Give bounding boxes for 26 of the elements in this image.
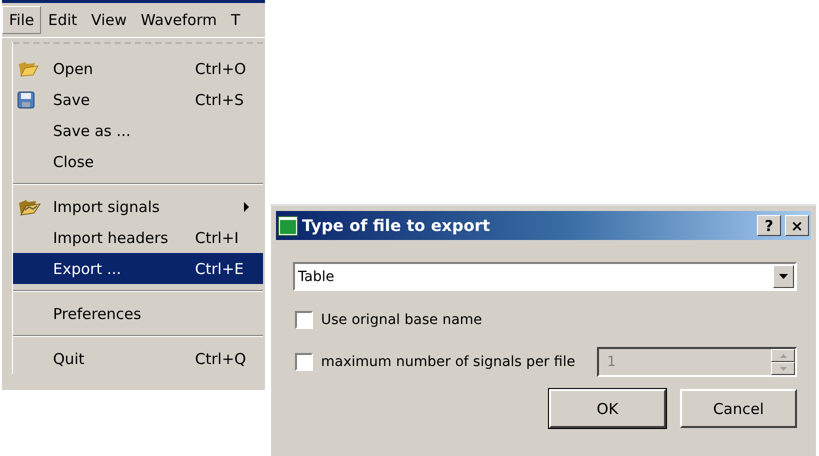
checkbox-label: maximum number of signals per file <box>321 354 576 370</box>
menu-item[interactable]: Open Ctrl+O <box>13 53 263 84</box>
menu-item[interactable]: Save Ctrl+S <box>13 84 263 115</box>
menu-bar-item[interactable]: T <box>224 6 248 34</box>
cancel-button[interactable]: Cancel <box>680 389 797 428</box>
menu-item[interactable]: Export ... Ctrl+E <box>13 253 263 284</box>
menu-item[interactable]: Close <box>13 146 263 177</box>
menu-item[interactable]: Save as ... <box>13 115 263 146</box>
window-icon <box>278 216 298 236</box>
checkbox-label: Use orignal base name <box>321 312 482 328</box>
checkbox[interactable] <box>295 353 313 371</box>
close-button[interactable]: × <box>785 215 809 236</box>
menu-bar-item[interactable]: Waveform <box>134 6 224 34</box>
submenu-arrow-icon <box>244 202 249 212</box>
menu-item[interactable]: Quit Ctrl+Q <box>13 343 263 374</box>
menu-bar-item[interactable]: Edit <box>41 6 84 34</box>
help-button[interactable]: ? <box>757 215 781 236</box>
dialog-title: Type of file to export <box>302 216 491 235</box>
file-type-dropdown[interactable]: Table <box>293 262 797 291</box>
menu-item[interactable]: Import signals <box>13 191 263 222</box>
menu-bar-item[interactable]: File <box>2 6 42 34</box>
ok-button[interactable]: OK <box>549 389 666 428</box>
checkbox[interactable] <box>295 311 313 329</box>
menu-item[interactable]: Import headers Ctrl+I <box>13 222 263 253</box>
menu-bar-item[interactable]: View <box>84 6 134 34</box>
menu-item[interactable]: Preferences <box>13 298 263 329</box>
